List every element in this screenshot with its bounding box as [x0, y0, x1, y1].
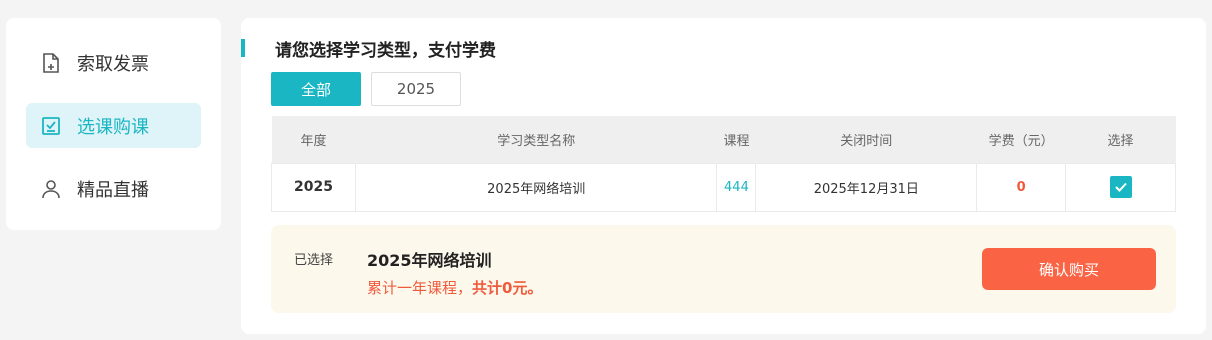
- user-icon: [39, 177, 63, 201]
- cell-select: [1065, 162, 1176, 212]
- cell-name: 2025年网络培训: [354, 162, 718, 212]
- sidebar-item-invoice[interactable]: 索取发票: [26, 40, 201, 85]
- filter-2025-button[interactable]: 2025: [371, 72, 461, 106]
- desc-prefix: 累计一年课程，: [367, 279, 473, 297]
- sidebar-item-label: 精品直播: [77, 179, 149, 201]
- confirm-purchase-button[interactable]: 确认购买: [982, 248, 1156, 290]
- cell-fee: 0: [976, 162, 1067, 212]
- desc-total: 共计0元。: [472, 279, 543, 297]
- page-title: 请您选择学习类型，支付学费: [275, 41, 496, 61]
- table-header-row: 年度 学习类型名称 课程 关闭时间 学费（元） 选择: [271, 116, 1176, 163]
- check-icon: [1114, 182, 1127, 192]
- sidebar-item-label: 选课购课: [77, 116, 149, 138]
- table-row: 2025 2025年网络培训 444 2025年12月31日 0: [271, 162, 1176, 212]
- header-select: 选择: [1065, 116, 1176, 163]
- filter-all-button[interactable]: 全部: [271, 72, 361, 106]
- header-fee: 学费（元）: [976, 116, 1066, 163]
- sidebar: 索取发票 选课购课 精品直播: [6, 18, 221, 230]
- header-name: 学习类型名称: [355, 116, 717, 163]
- header-year: 年度: [271, 116, 356, 163]
- cell-year: 2025: [271, 162, 356, 212]
- header-course: 课程: [716, 116, 756, 163]
- selected-desc: 累计一年课程，共计0元。: [367, 277, 542, 298]
- sidebar-item-select-course[interactable]: 选课购课: [26, 103, 201, 148]
- header-close-time: 关闭时间: [755, 116, 977, 163]
- cell-course-count[interactable]: 444: [716, 162, 757, 212]
- cell-close-time: 2025年12月31日: [755, 162, 978, 212]
- main-panel: 请您选择学习类型，支付学费 全部 2025 年度 学习类型名称 课程 关闭时间 …: [241, 18, 1206, 334]
- checklist-icon: [39, 114, 63, 138]
- course-table: 年度 学习类型名称 课程 关闭时间 学费（元） 选择 2025 2025年网络培…: [271, 116, 1176, 212]
- selection-summary: 已选择 2025年网络培训 累计一年课程，共计0元。 确认购买: [271, 225, 1176, 313]
- invoice-icon: [39, 51, 63, 75]
- selected-label: 已选择: [294, 253, 334, 268]
- select-checkbox[interactable]: [1109, 176, 1132, 198]
- sidebar-item-label: 索取发票: [77, 53, 149, 75]
- sidebar-item-live[interactable]: 精品直播: [26, 166, 201, 211]
- title-accent-bar: [241, 39, 245, 57]
- selected-name: 2025年网络培训: [367, 251, 492, 270]
